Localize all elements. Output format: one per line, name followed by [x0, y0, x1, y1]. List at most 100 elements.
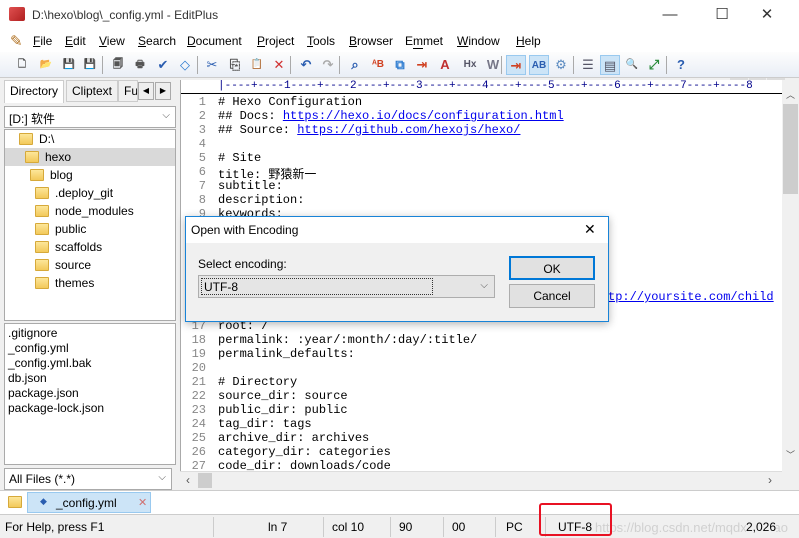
code-link[interactable]: https://github.com/hexojs/hexo/ [297, 123, 520, 137]
folder-icon [35, 223, 49, 235]
status-line-ending[interactable]: PC [506, 520, 523, 534]
file-item[interactable]: package.json [8, 386, 172, 401]
vertical-scrollbar[interactable]: ︿ ﹀ [782, 80, 799, 471]
menu-label: File [33, 34, 53, 48]
font-icon[interactable]: A [435, 55, 455, 75]
line-number: 7 [198, 179, 206, 193]
tree-item[interactable]: public [5, 220, 175, 238]
copy-icon[interactable]: ⎘ [225, 55, 245, 75]
ok-button[interactable]: OK [509, 256, 595, 280]
file-item[interactable]: db.json [8, 371, 172, 386]
tree-item[interactable]: blog [5, 166, 175, 184]
tree-item[interactable]: .deploy_git [5, 184, 175, 202]
tab-directory[interactable]: Directory [4, 80, 64, 103]
code-line: archive_dir: archives [218, 431, 369, 445]
browser-view-icon[interactable]: ◇ [175, 55, 195, 75]
cut-icon[interactable]: ✂ [202, 55, 222, 75]
scroll-right-icon[interactable]: › [768, 473, 772, 487]
line-number: 18 [191, 333, 206, 347]
encoding-label: Select encoding: [198, 257, 287, 271]
drive-select[interactable]: [D:] 软件 ⌵ [4, 106, 176, 128]
output-panel-icon[interactable]: ▤ [600, 55, 620, 75]
code-link[interactable]: https://hexo.io/docs/configuration.html [283, 109, 564, 123]
undo-icon[interactable]: ↶ [296, 55, 316, 75]
file-item[interactable]: package-lock.json [8, 401, 172, 416]
tree-item-label: scaffolds [55, 240, 103, 254]
tree-item[interactable]: scaffolds [5, 238, 175, 256]
new-file-icon[interactable]: 🗋 [12, 55, 32, 75]
document-tab-config[interactable]: ◆ _config.yml ✕ [27, 492, 151, 513]
hx-icon[interactable]: Hx [460, 55, 480, 75]
print-preview-icon[interactable]: 🗐 [108, 55, 128, 75]
find-in-files-icon[interactable]: ⧉ [390, 55, 410, 75]
scroll-down-icon[interactable]: ﹀ [786, 448, 795, 461]
tab-cliptext[interactable]: Cliptext [66, 80, 118, 102]
find-icon[interactable]: ⌕ [345, 55, 365, 75]
dialog-close-button[interactable]: ✕ [584, 221, 596, 238]
file-item[interactable]: .gitignore [8, 326, 172, 341]
toolbar-separator [102, 56, 103, 74]
tree-item[interactable]: D:\ [5, 130, 175, 148]
menu-label: Window [457, 34, 500, 48]
print-icon[interactable]: 🖶 [130, 55, 150, 75]
toolbar-separator [501, 56, 502, 74]
tab-scroll-left-button[interactable]: ◀ [138, 82, 154, 100]
tree-item-label: hexo [45, 150, 72, 164]
tree-item-label: blog [50, 168, 73, 182]
code-text: public_dir: public [218, 403, 348, 417]
file-filter-select[interactable]: All Files (*.*) ⌵ [4, 468, 172, 490]
folder-icon [30, 169, 44, 181]
tab-functions[interactable]: Fu [118, 80, 138, 102]
word-wrap-icon[interactable]: W [483, 55, 503, 75]
context-help-icon[interactable]: ? [671, 55, 691, 75]
paste-icon[interactable]: 📋 [247, 55, 267, 75]
tree-item[interactable]: node_modules [5, 202, 175, 220]
title-bar: D:\hexo\blog\_config.yml - EditPlus — ☐ … [0, 0, 799, 30]
open-folder-icon[interactable]: 📂 [36, 55, 56, 75]
tree-item[interactable]: themes [5, 274, 175, 292]
drive-value: [D:] 软件 [9, 112, 56, 126]
maximize-button[interactable]: ☐ [702, 4, 742, 26]
fullscreen-icon[interactable]: ⤢ [644, 55, 664, 75]
file-item[interactable]: _config.yml [8, 341, 172, 356]
line-number-icon[interactable]: ⇥ [412, 55, 432, 75]
encoding-select[interactable]: UTF-8 ⌵ [198, 275, 495, 298]
scrollbar-thumb[interactable] [783, 104, 798, 194]
spellcheck-icon[interactable]: ✔ [153, 55, 173, 75]
tree-item[interactable]: hexo [5, 148, 175, 166]
folder-icon [35, 277, 49, 289]
tree-item[interactable]: source [5, 256, 175, 274]
settings-gear-icon[interactable]: ⚙ [551, 55, 571, 75]
cliptext-panel-icon[interactable]: 🔍 [622, 55, 642, 75]
toolbar-separator [290, 56, 291, 74]
status-field-a: 90 [399, 520, 413, 534]
delete-icon[interactable]: ✕ [269, 55, 289, 75]
redo-icon[interactable]: ↷ [318, 55, 338, 75]
menu-label: Search [138, 34, 177, 48]
code-link-fragment[interactable]: tp://yoursite.com/child [608, 290, 774, 304]
column-select-icon[interactable]: AB [529, 55, 549, 75]
code-line: description: [218, 193, 304, 207]
tab-scroll-right-button[interactable]: ▶ [155, 82, 171, 100]
scroll-left-icon[interactable]: ‹ [186, 473, 190, 487]
indent-icon[interactable]: ⇥ [506, 55, 526, 75]
replace-icon[interactable]: ᴬB [368, 55, 388, 75]
line-number: 2 [198, 109, 206, 123]
minimize-button[interactable]: — [650, 4, 690, 26]
horizontal-scrollbar[interactable]: ‹ › [180, 471, 782, 489]
pencil-icon: ✎ [10, 33, 23, 50]
status-divider [495, 517, 496, 537]
code-line: # Directory [218, 375, 297, 389]
scrollbar-thumb[interactable] [198, 473, 212, 488]
directory-panel-icon[interactable]: ☰ [578, 55, 598, 75]
file-item[interactable]: _config.yml.bak [8, 356, 172, 371]
save-icon[interactable]: 💾 [59, 55, 79, 75]
code-text: # Site [218, 151, 262, 165]
save-all-icon[interactable]: 💾 [80, 55, 100, 75]
line-number: 26 [191, 445, 206, 459]
menu-label: Emmet [405, 34, 444, 48]
close-tab-icon[interactable]: ✕ [138, 496, 147, 509]
cancel-button[interactable]: Cancel [509, 284, 595, 308]
scroll-up-icon[interactable]: ︿ [786, 88, 795, 101]
close-button[interactable]: ✕ [747, 4, 787, 26]
